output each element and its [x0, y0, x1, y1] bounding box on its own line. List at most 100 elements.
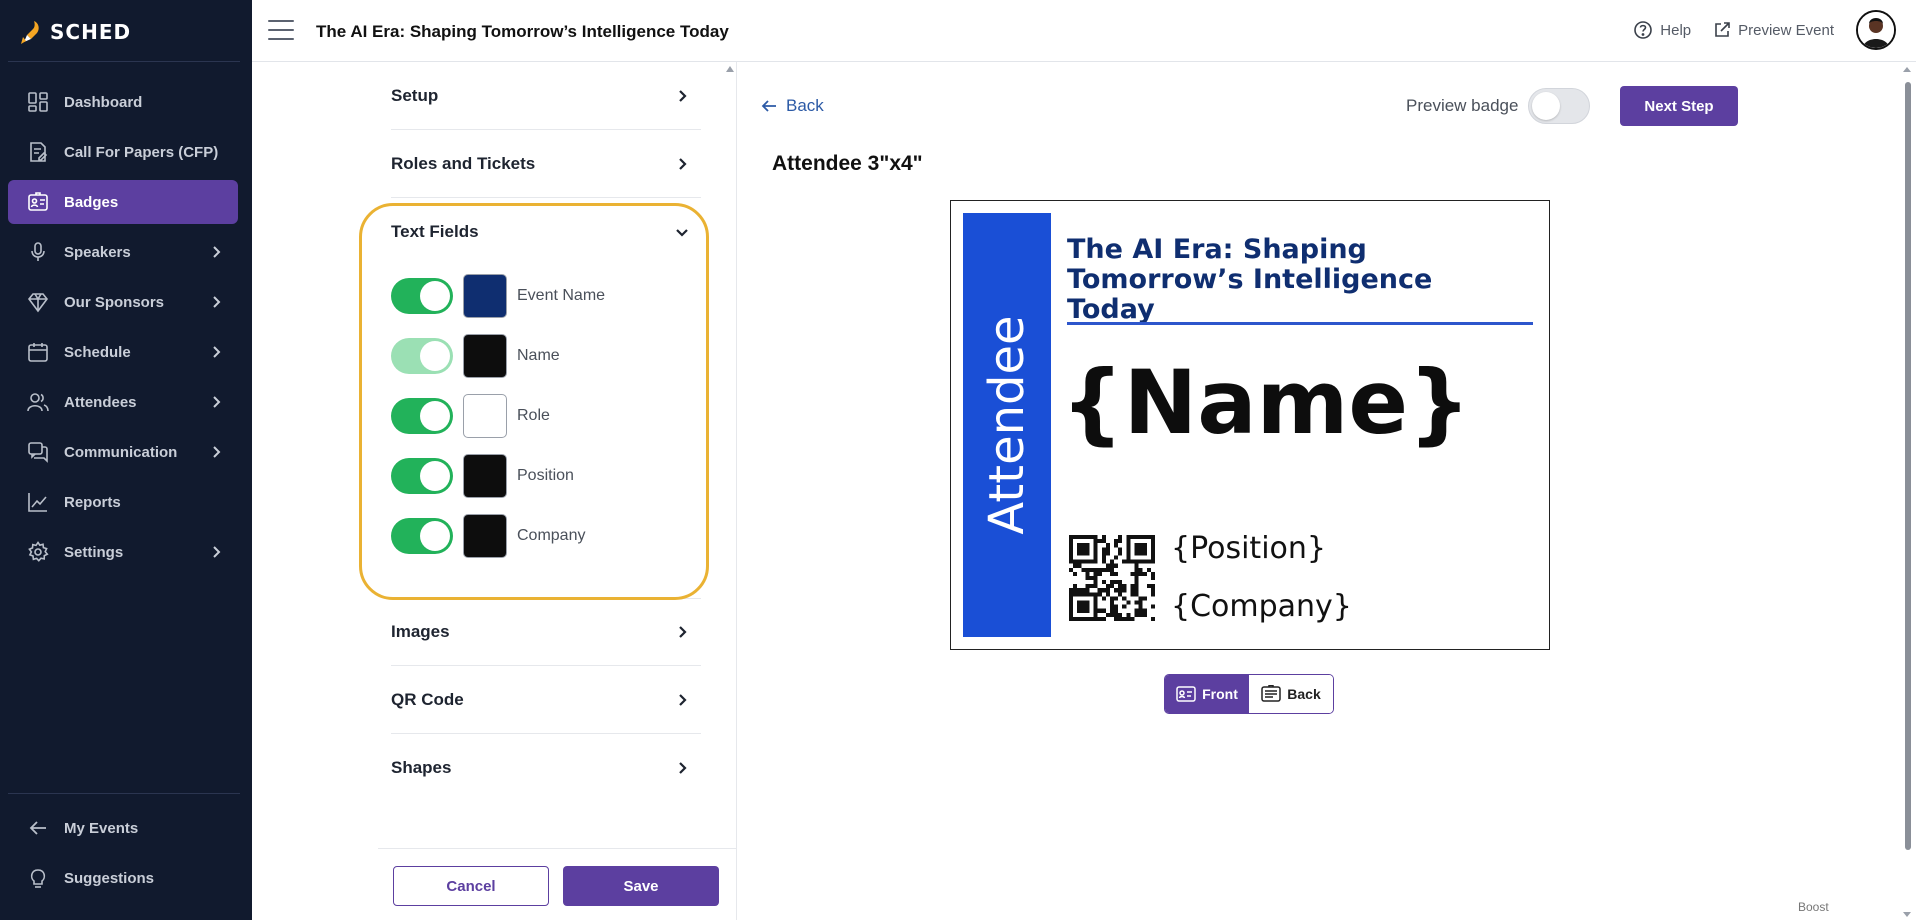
- field-label: Event Name: [517, 287, 606, 304]
- text-field-name: Name: [391, 326, 701, 386]
- preview-badge-control: Preview badge: [1406, 88, 1591, 124]
- microphone-icon: [26, 240, 50, 264]
- section-label: Text Fields: [391, 222, 479, 241]
- section-roles-tickets[interactable]: Roles and Tickets: [391, 130, 701, 198]
- section-images[interactable]: Images: [391, 598, 701, 666]
- role-toggle[interactable]: [391, 398, 453, 434]
- sched-logo[interactable]: SCHED: [20, 14, 131, 50]
- sidebar-item-speakers[interactable]: Speakers: [8, 230, 238, 274]
- logo-text: SCHED: [50, 20, 132, 44]
- text-field-company: Company: [391, 506, 701, 566]
- badge-position[interactable]: {Position}: [1171, 531, 1326, 566]
- section-text-fields[interactable]: Text Fields: [391, 198, 701, 266]
- badge-divider-line[interactable]: [1067, 322, 1533, 325]
- event-name-color-swatch[interactable]: [463, 274, 507, 318]
- position-toggle[interactable]: [391, 458, 453, 494]
- back-link[interactable]: Back: [760, 96, 824, 116]
- sidebar-item-schedule[interactable]: Schedule: [8, 330, 238, 374]
- sidebar-item-dashboard[interactable]: Dashboard: [8, 80, 238, 124]
- badge-face-switch: Front Back: [1164, 674, 1334, 714]
- help-link[interactable]: Help: [1633, 20, 1691, 40]
- sidebar-item-sponsors[interactable]: Our Sponsors: [8, 280, 238, 324]
- rocket-logo-icon: [21, 21, 39, 44]
- name-toggle[interactable]: [391, 338, 453, 374]
- sidebar-item-cfp[interactable]: Call For Papers (CFP): [8, 130, 238, 174]
- chevron-right-icon: [679, 157, 687, 170]
- badge-canvas[interactable]: Attendee The AI Era: Shaping Tomorrow’s …: [950, 200, 1550, 650]
- next-step-button[interactable]: Next Step: [1620, 86, 1738, 126]
- sidebar-item-label: Reports: [64, 493, 121, 511]
- sidebar-item-label: Speakers: [64, 243, 131, 261]
- chevron-right-icon: [213, 346, 221, 358]
- panel-scrollbar[interactable]: [724, 62, 736, 920]
- position-color-swatch[interactable]: [463, 454, 507, 498]
- company-color-swatch[interactable]: [463, 514, 507, 558]
- badge-role-strip[interactable]: Attendee: [963, 213, 1051, 637]
- badge-preview-area: Back Preview badge Next Step Attendee 3"…: [738, 62, 1898, 920]
- preview-badge-toggle[interactable]: [1528, 88, 1591, 124]
- sidebar-item-badges[interactable]: Badges: [8, 180, 238, 224]
- badge-qr-code[interactable]: [1069, 535, 1155, 621]
- role-color-swatch[interactable]: [463, 394, 507, 438]
- sidebar-item-communication[interactable]: Communication: [8, 430, 238, 474]
- hamburger-menu-icon[interactable]: [268, 20, 294, 42]
- main-scrollbar[interactable]: [1898, 62, 1916, 920]
- sidebar-item-label: Our Sponsors: [64, 293, 165, 311]
- sidebar-item-reports[interactable]: Reports: [8, 480, 238, 524]
- dashboard-icon: [26, 90, 50, 114]
- preview-event-link[interactable]: Preview Event: [1713, 21, 1834, 39]
- sidebar-item-label: Call For Papers (CFP): [64, 143, 219, 161]
- chevron-right-icon: [679, 762, 687, 774]
- name-color-swatch[interactable]: [463, 334, 507, 378]
- gear-icon: [26, 540, 50, 564]
- section-setup[interactable]: Setup: [391, 62, 701, 130]
- document-edit-icon: [26, 140, 50, 164]
- text-fields-list: Event Name Name Role Position Company: [391, 266, 701, 598]
- sidebar-item-my-events[interactable]: My Events: [8, 806, 238, 850]
- cancel-button[interactable]: Cancel: [393, 866, 549, 906]
- section-qr-code[interactable]: QR Code: [391, 666, 701, 734]
- sidebar-item-label: Suggestions: [64, 869, 155, 887]
- back-face-button[interactable]: Back: [1249, 675, 1333, 713]
- help-circle-icon: [1634, 21, 1653, 39]
- field-label: Company: [517, 527, 586, 544]
- scrollbar-thumb[interactable]: [1905, 82, 1911, 850]
- chevron-right-icon: [213, 396, 221, 408]
- front-face-button[interactable]: Front: [1165, 675, 1249, 713]
- badge-role-text: Attendee: [979, 315, 1035, 535]
- chevron-right-icon: [213, 246, 221, 258]
- sidebar-item-settings[interactable]: Settings: [8, 530, 238, 574]
- chevron-down-icon: [676, 229, 688, 237]
- chevron-right-icon: [213, 546, 221, 558]
- preview-event-label: Preview Event: [1738, 21, 1834, 39]
- section-label: Setup: [391, 85, 439, 105]
- boost-label: Boost: [1798, 900, 1829, 914]
- chat-icon: [26, 440, 50, 464]
- user-avatar-icon: [1858, 12, 1894, 48]
- field-label: Position: [517, 467, 574, 484]
- top-actions: Help Preview Event: [1633, 10, 1896, 50]
- badge-company[interactable]: {Company}: [1171, 589, 1352, 624]
- badge-attendee-name[interactable]: {Name}: [1061, 351, 1471, 454]
- calendar-icon: [26, 340, 50, 364]
- chart-line-icon: [26, 490, 50, 514]
- company-toggle[interactable]: [391, 518, 453, 554]
- badge-template-title: Attendee 3"x4": [772, 152, 923, 175]
- badge-front-icon: [1176, 686, 1196, 702]
- save-button[interactable]: Save: [563, 866, 719, 906]
- back-face-label: Back: [1287, 686, 1321, 702]
- badge-settings-panel: Setup Roles and Tickets Text Fields Even…: [252, 62, 737, 920]
- badge-event-name[interactable]: The AI Era: Shaping Tomorrow’s Intellige…: [1067, 235, 1507, 325]
- back-label: Back: [786, 96, 824, 115]
- badge-icon: [26, 190, 50, 214]
- event-name-toggle[interactable]: [391, 278, 453, 314]
- chevron-right-icon: [213, 296, 221, 308]
- sidebar-divider: [8, 793, 240, 794]
- section-shapes[interactable]: Shapes: [391, 734, 701, 802]
- arrow-left-icon: [761, 100, 776, 112]
- avatar[interactable]: [1856, 10, 1896, 50]
- sidebar-item-attendees[interactable]: Attendees: [8, 380, 238, 424]
- top-bar: The AI Era: Shaping Tomorrow’s Intellige…: [252, 0, 1916, 62]
- sidebar-item-suggestions[interactable]: Suggestions: [8, 856, 238, 900]
- section-label: Roles and Tickets: [391, 153, 536, 173]
